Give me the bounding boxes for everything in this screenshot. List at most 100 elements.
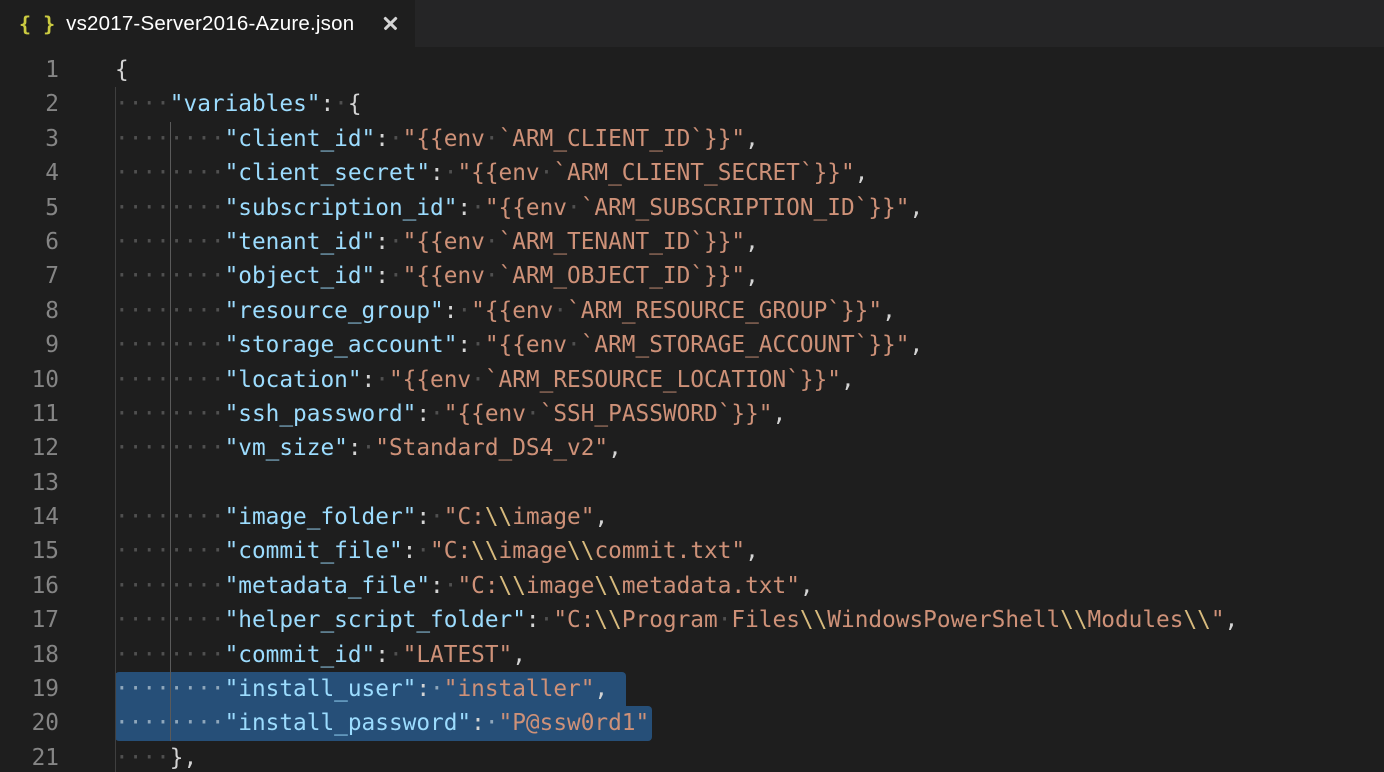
json-key: "commit_file" (225, 538, 403, 564)
code-line-13[interactable]: 13 (0, 466, 1384, 500)
code-line-1[interactable]: 1{ (0, 53, 1384, 87)
line-number[interactable]: 19 (0, 672, 115, 706)
code-line-4[interactable]: 4········"client_secret":·"{{env·`ARM_CL… (0, 156, 1384, 190)
whitespace-dots: · (471, 332, 485, 358)
json-string: "LATEST" (403, 642, 513, 668)
punctuation: : (416, 676, 430, 702)
code-line-19[interactable]: 19········"install_user":·"installer", (0, 672, 1384, 706)
code-text: ········"install_user":·"installer", (115, 672, 608, 706)
line-content: ········"vm_size":·"Standard_DS4_v2", (115, 431, 1384, 465)
line-number[interactable]: 14 (0, 500, 115, 534)
punctuation: , (512, 642, 526, 668)
line-number[interactable]: 9 (0, 328, 115, 362)
punctuation: }, (170, 745, 197, 771)
code-line-21[interactable]: 21····}, (0, 741, 1384, 772)
line-number[interactable]: 3 (0, 122, 115, 156)
line-number[interactable]: 4 (0, 156, 115, 190)
line-number[interactable]: 20 (0, 706, 115, 740)
line-number[interactable]: 11 (0, 397, 115, 431)
code-line-16[interactable]: 16········"metadata_file":·"C:\\image\\m… (0, 569, 1384, 603)
whitespace-dots: ········ (115, 538, 225, 564)
whitespace-dots: · (430, 676, 444, 702)
code-line-3[interactable]: 3········"client_id":·"{{env·`ARM_CLIENT… (0, 122, 1384, 156)
whitespace-dots: · (334, 91, 348, 117)
escape-sequence: \\ (1060, 607, 1087, 633)
whitespace-dots: ········ (115, 573, 225, 599)
json-string: Modules (1088, 607, 1184, 633)
line-number[interactable]: 17 (0, 603, 115, 637)
json-string: `ARM_STORAGE_ACCOUNT`}}" (581, 332, 910, 358)
whitespace-dots: · (430, 504, 444, 530)
json-string: image (526, 573, 594, 599)
json-string: " (1211, 607, 1225, 633)
whitespace-dots: · (457, 298, 471, 324)
code-line-5[interactable]: 5········"subscription_id":·"{{env·`ARM_… (0, 191, 1384, 225)
editor-pane[interactable]: 1{2····"variables":·{3········"client_id… (0, 47, 1384, 772)
line-number[interactable]: 8 (0, 294, 115, 328)
line-number[interactable]: 6 (0, 225, 115, 259)
json-string: `ARM_CLIENT_SECRET`}}" (553, 160, 854, 186)
json-key: "install_password" (225, 710, 472, 736)
punctuation: : (375, 263, 389, 289)
json-string: "{{env (471, 298, 553, 324)
line-number[interactable]: 12 (0, 431, 115, 465)
code-line-15[interactable]: 15········"commit_file":·"C:\\image\\com… (0, 534, 1384, 568)
whitespace-dots: · (471, 195, 485, 221)
line-number[interactable]: 1 (0, 53, 115, 87)
line-content: ········"resource_group":·"{{env·`ARM_RE… (115, 294, 1384, 328)
close-tab-icon[interactable] (382, 15, 399, 32)
line-number[interactable]: 16 (0, 569, 115, 603)
line-number[interactable]: 2 (0, 87, 115, 121)
code-line-9[interactable]: 9········"storage_account":·"{{env·`ARM_… (0, 328, 1384, 362)
tab-vs2017-server2016-azure-json[interactable]: { } vs2017-Server2016-Azure.json (0, 0, 415, 47)
json-string: "C: (457, 573, 498, 599)
json-key: "subscription_id" (225, 195, 458, 221)
whitespace-dots: · (567, 332, 581, 358)
json-string: `ARM_RESOURCE_LOCATION`}}" (485, 367, 841, 393)
line-number[interactable]: 15 (0, 534, 115, 568)
code-text: ········"helper_script_folder":·"C:\\Pro… (115, 603, 1238, 637)
punctuation: : (444, 298, 458, 324)
line-number[interactable]: 7 (0, 259, 115, 293)
line-number[interactable]: 10 (0, 363, 115, 397)
json-string: `ARM_TENANT_ID`}}" (499, 229, 746, 255)
json-key: "resource_group" (225, 298, 444, 324)
code-line-8[interactable]: 8········"resource_group":·"{{env·`ARM_R… (0, 294, 1384, 328)
json-string: "{{env (389, 367, 471, 393)
code-line-10[interactable]: 10········"location":·"{{env·`ARM_RESOUR… (0, 363, 1384, 397)
punctuation: , (855, 160, 869, 186)
code-line-14[interactable]: 14········"image_folder":·"C:\\image", (0, 500, 1384, 534)
code-line-2[interactable]: 2····"variables":·{ (0, 87, 1384, 121)
code-line-7[interactable]: 7········"object_id":·"{{env·`ARM_OBJECT… (0, 259, 1384, 293)
code-line-12[interactable]: 12········"vm_size":·"Standard_DS4_v2", (0, 431, 1384, 465)
whitespace-dots: ········ (115, 367, 225, 393)
json-key: "vm_size" (225, 435, 348, 461)
line-content: ········"ssh_password":·"{{env·`SSH_PASS… (115, 397, 1384, 431)
punctuation: , (800, 573, 814, 599)
code-line-18[interactable]: 18········"commit_id":·"LATEST", (0, 638, 1384, 672)
punctuation: , (745, 538, 759, 564)
line-content: ········"commit_id":·"LATEST", (115, 638, 1384, 672)
whitespace-dots: · (444, 573, 458, 599)
whitespace-dots: · (718, 607, 732, 633)
code-text: ········"client_secret":·"{{env·`ARM_CLI… (115, 156, 868, 190)
line-number[interactable]: 18 (0, 638, 115, 672)
whitespace-dots: · (540, 607, 554, 633)
punctuation: { (348, 91, 362, 117)
code-line-17[interactable]: 17········"helper_script_folder":·"C:\\P… (0, 603, 1384, 637)
line-number[interactable]: 5 (0, 191, 115, 225)
code-line-6[interactable]: 6········"tenant_id":·"{{env·`ARM_TENANT… (0, 225, 1384, 259)
json-string: "C: (430, 538, 471, 564)
code-line-11[interactable]: 11········"ssh_password":·"{{env·`SSH_PA… (0, 397, 1384, 431)
json-key: "image_folder" (225, 504, 417, 530)
line-content: ········"location":·"{{env·`ARM_RESOURCE… (115, 363, 1384, 397)
json-key: "object_id" (225, 263, 376, 289)
whitespace-dots: ···· (115, 91, 170, 117)
line-content (115, 466, 1384, 500)
line-number[interactable]: 13 (0, 466, 115, 500)
line-number[interactable]: 21 (0, 741, 115, 772)
escape-sequence: \\ (800, 607, 827, 633)
code-line-20[interactable]: 20········"install_password":·"P@ssw0rd1… (0, 706, 1384, 740)
code-text: ····"variables":·{ (115, 87, 362, 121)
whitespace-dots: ········ (115, 229, 225, 255)
